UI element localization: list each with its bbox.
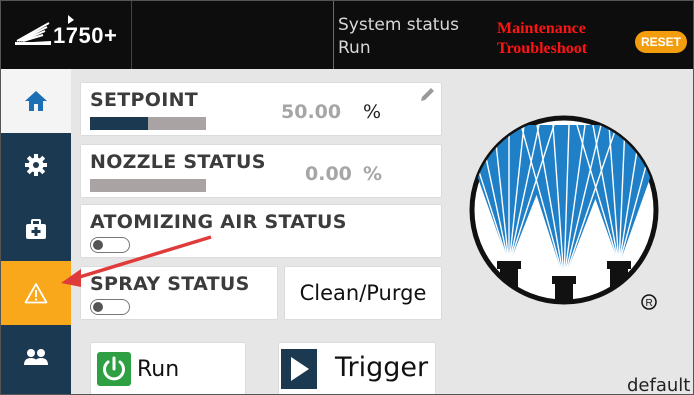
nozzle-status-value: 0.00 [305,163,352,185]
spray-brand-emblem-icon: R [469,115,659,310]
nozzle-status-bar [90,179,206,192]
app-window: 1750+ System status Run Maintenance Trou… [0,0,694,395]
profile-name-label: default [627,375,691,395]
edit-pencil-icon[interactable] [419,87,435,103]
nozzle-status-title: NOZZLE STATUS [90,151,266,173]
users-icon [24,349,48,365]
run-button[interactable]: Run [91,343,245,394]
alarm-line-troubleshoot: Troubleshoot [497,40,588,57]
reset-button[interactable]: RESET [635,31,687,53]
setpoint-value: 50.00 [281,101,342,123]
clean-purge-button[interactable]: Clean/Purge [285,267,441,319]
toolbox-icon [26,219,46,239]
setpoint-unit: % [363,101,382,123]
product-logo: 1750+ [1,1,132,69]
header-bar: 1750+ System status Run Maintenance Trou… [1,1,693,69]
svg-text:R: R [646,298,653,309]
trigger-label: Trigger [335,352,429,383]
setpoint-bar-fill [90,117,148,130]
atomizing-air-title: ATOMIZING AIR STATUS [90,211,347,233]
alarm-line-maintenance: Maintenance [497,20,586,37]
gear-icon [25,154,47,176]
nozzle-status-unit: % [363,163,383,185]
home-icon [25,91,47,111]
clean-purge-label: Clean/Purge [299,281,427,305]
system-status-panel: System status Run [333,1,492,69]
spray-logo-icon [15,22,51,45]
annotation-arrow [61,235,212,287]
sidebar [1,69,71,394]
alarm-message[interactable]: Maintenance Troubleshoot [497,19,627,59]
setpoint-bar [90,117,206,130]
sidebar-item-settings[interactable] [1,133,71,197]
system-status-value: Run [338,38,371,58]
nozzle-status-card: NOZZLE STATUS 0.00 % [81,145,441,197]
toggle-knob [93,302,103,312]
setpoint-card[interactable]: SETPOINT 50.00 % [81,83,441,135]
spray-status-toggle[interactable] [90,299,130,315]
warning-icon [24,283,48,304]
sidebar-item-home[interactable] [1,69,71,133]
run-label: Run [137,357,180,382]
model-name: 1750+ [53,23,118,48]
play-icon [281,349,317,389]
setpoint-title: SETPOINT [90,89,199,111]
trigger-button[interactable]: Trigger [279,343,435,394]
sidebar-item-users[interactable] [1,325,71,389]
system-status-label: System status [338,15,460,35]
power-icon [97,352,131,386]
